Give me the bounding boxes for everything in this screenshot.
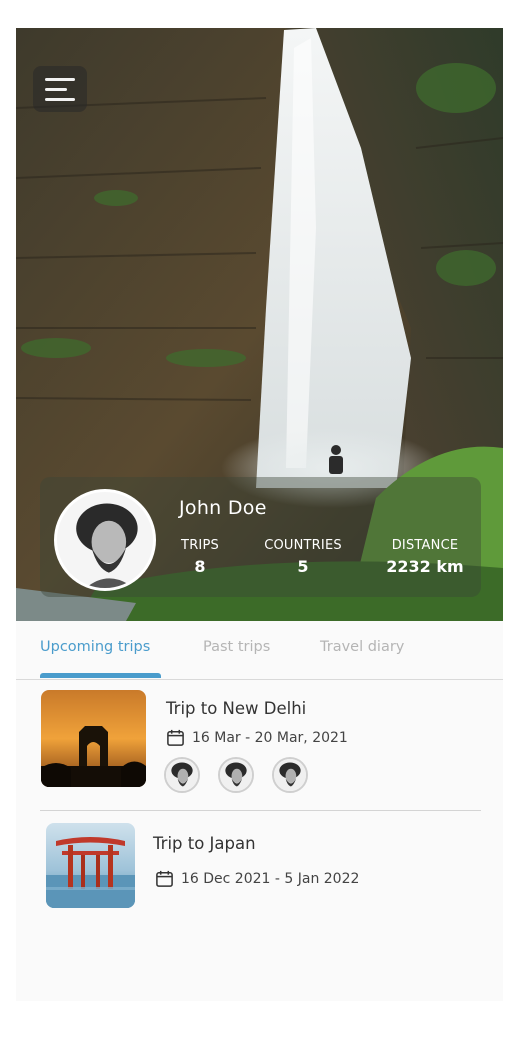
- stat-value: 5: [297, 557, 309, 576]
- companion-portrait-icon: [220, 759, 252, 791]
- trip-date-text: 16 Mar - 20 Mar, 2021: [192, 729, 348, 746]
- companion-avatar[interactable]: [272, 757, 308, 793]
- active-tab-indicator: [40, 673, 161, 678]
- user-name: John Doe: [179, 497, 267, 519]
- tab-upcoming-trips[interactable]: Upcoming trips: [40, 639, 150, 655]
- user-portrait-icon: [57, 492, 153, 588]
- tab-travel-diary[interactable]: Travel diary: [320, 639, 404, 655]
- stat-value: 2232 km: [386, 557, 464, 576]
- stat-value: 8: [194, 557, 206, 576]
- trip-dates: 16 Dec 2021 - 5 Jan 2022: [155, 869, 359, 888]
- trip-title: Trip to New Delhi: [166, 699, 307, 718]
- tab-past-trips[interactable]: Past trips: [203, 639, 270, 655]
- stat-trips: TRIPS 8: [179, 538, 221, 576]
- trip-dates: 16 Mar - 20 Mar, 2021: [166, 728, 348, 747]
- profile-avatar[interactable]: [54, 489, 156, 591]
- profile-hero: John Doe TRIPS 8 COUNTRIES 5 DISTANCE 22…: [16, 28, 503, 621]
- stat-countries: COUNTRIES 5: [259, 538, 347, 576]
- trip-divider: [40, 810, 481, 811]
- app-screen: John Doe TRIPS 8 COUNTRIES 5 DISTANCE 22…: [16, 28, 503, 1001]
- companion-portrait-icon: [166, 759, 198, 791]
- stat-distance: DISTANCE 2232 km: [385, 538, 465, 576]
- calendar-icon: [167, 729, 184, 746]
- trip-companions: [164, 757, 308, 793]
- stat-label: TRIPS: [181, 538, 219, 553]
- trip-card-new-delhi[interactable]: Trip to New Delhi 16 Mar - 20 Mar, 2021: [16, 680, 503, 800]
- india-gate-image: [41, 690, 146, 787]
- trip-date-text: 16 Dec 2021 - 5 Jan 2022: [181, 870, 360, 887]
- trip-title: Trip to Japan: [153, 834, 256, 853]
- trip-thumbnail: [41, 690, 146, 787]
- trip-card-japan[interactable]: Trip to Japan 16 Dec 2021 - 5 Jan 2022: [16, 814, 503, 924]
- stat-label: DISTANCE: [391, 538, 459, 553]
- companion-avatar[interactable]: [218, 757, 254, 793]
- trip-thumbnail: [46, 823, 135, 908]
- calendar-icon: [156, 870, 173, 887]
- stat-label: COUNTRIES: [264, 538, 342, 553]
- companion-portrait-icon: [274, 759, 306, 791]
- hamburger-menu-icon: [45, 77, 75, 81]
- torii-gate-image: [46, 823, 135, 908]
- companion-avatar[interactable]: [164, 757, 200, 793]
- menu-button[interactable]: [33, 66, 87, 112]
- trip-tabs: Upcoming trips Past trips Travel diary: [16, 621, 503, 680]
- profile-card: John Doe TRIPS 8 COUNTRIES 5 DISTANCE 22…: [40, 477, 481, 597]
